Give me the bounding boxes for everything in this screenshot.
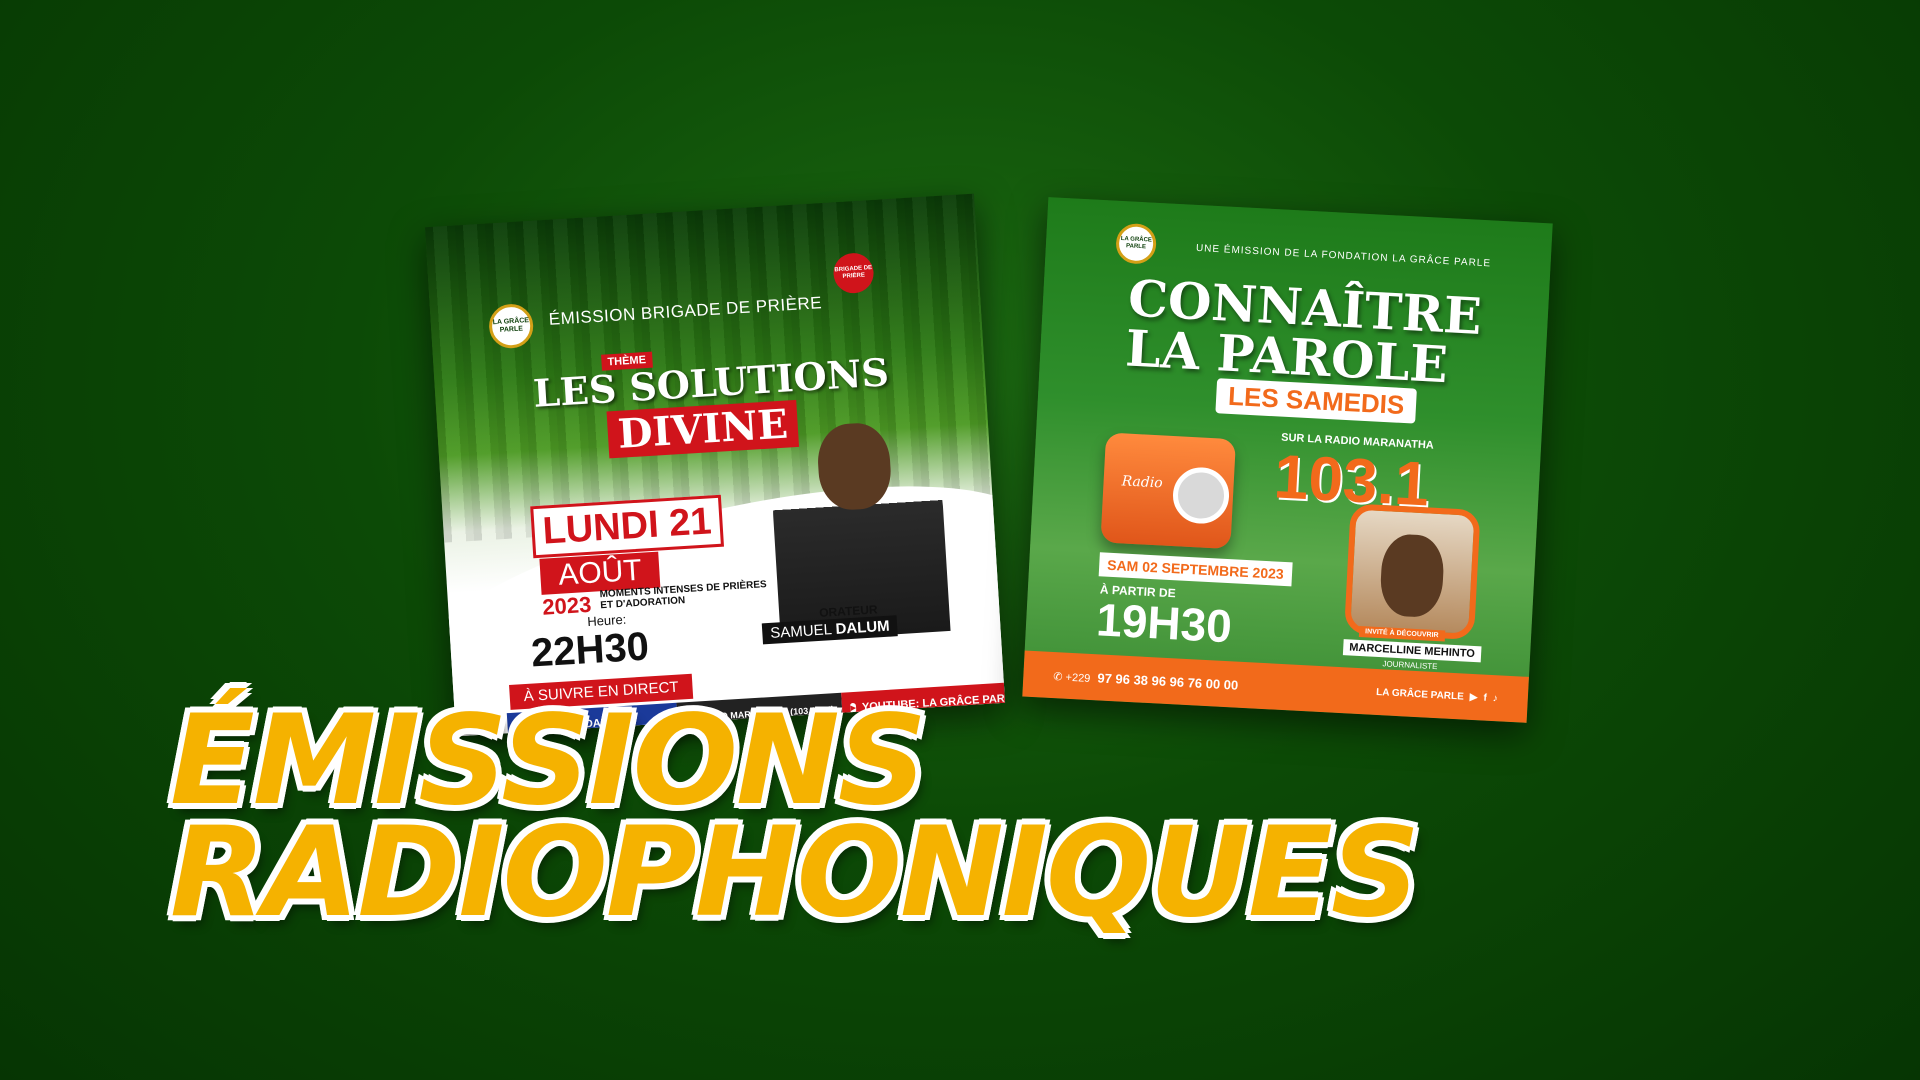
vintage-radio-icon: Radio <box>1100 432 1237 550</box>
poster2-title: CONNAÎTRE LA PAROLE <box>1124 268 1483 395</box>
poster2-header: UNE ÉMISSION DE LA FONDATION LA GRÂCE PA… <box>1195 242 1492 270</box>
headline-line2: RADIOPHONIQUES <box>170 801 1420 945</box>
phone-icon: ✆ <box>1053 670 1063 684</box>
poster2-time: 19H30 <box>1095 593 1234 653</box>
poster1-year: 2023 <box>541 591 592 620</box>
guest-name: MARCELLINE MEHINTO <box>1342 639 1482 663</box>
poster-brigade-de-priere: LA GRÂCE PARLE ÉMISSION BRIGADE DE PRIÈR… <box>424 193 1006 737</box>
poster2-title-line2: LA PAROLE <box>1124 318 1450 395</box>
poster2-date: SAM 02 SEPTEMBRE 2023 <box>1098 552 1293 587</box>
phone-contact: ✆ +229 97 96 38 96 96 76 00 00 <box>1053 668 1239 693</box>
poster-connaitre-la-parole: LA GRÂCE PARLE UNE ÉMISSION DE LA FONDAT… <box>1022 197 1553 723</box>
speaker-first-name: SAMUEL <box>769 621 832 642</box>
headline: ÉMISSIONS RADIOPHONIQUES <box>170 699 1420 945</box>
speaker-last-name: DALUM <box>835 617 891 638</box>
poster2-footer-label: LA GRÂCE PARLE <box>1375 686 1465 703</box>
youtube-icon: ▶ <box>1469 691 1478 703</box>
la-grace-parle-logo-icon: LA GRÂCE PARLE <box>1115 222 1158 265</box>
poster1-hour: 22H30 <box>529 624 651 676</box>
phone-numbers: 97 96 38 96 96 76 00 00 <box>1097 669 1239 693</box>
facebook-icon: f <box>1483 692 1488 704</box>
radio-brand-text: Radio <box>1121 473 1164 492</box>
tiktok-icon: ♪ <box>1492 692 1499 704</box>
poster2-footer: LA GRÂCE PARLE ▶ f ♪ <box>1376 686 1498 703</box>
phone-prefix: +229 <box>1065 671 1091 685</box>
